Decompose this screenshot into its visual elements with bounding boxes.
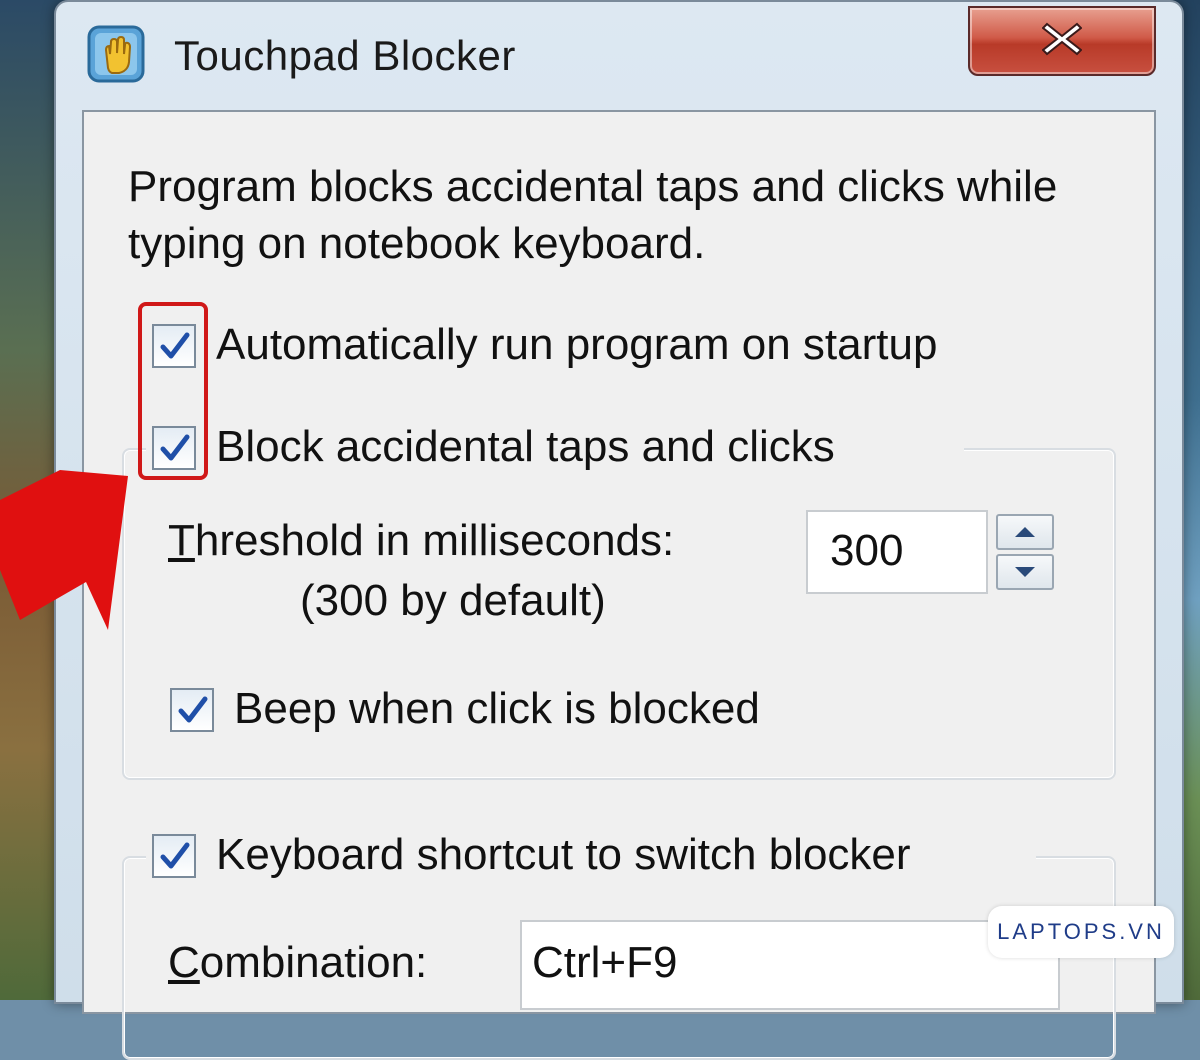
red-arrow-icon [0,470,128,630]
combination-access-key: C [168,938,200,987]
keyboard-shortcut-checkbox[interactable] [152,834,196,878]
threshold-label: Threshold in milliseconds: [168,516,674,566]
checkbox-highlight-box [138,302,208,480]
window-title: Touchpad Blocker [174,32,516,79]
description-text: Program blocks accidental taps and click… [128,162,1058,268]
threshold-decrease-button[interactable] [996,554,1054,590]
combination-input[interactable]: Ctrl+F9 [520,920,1060,1010]
keyboard-shortcut-label[interactable]: Keyboard shortcut to switch blocker [216,830,911,880]
threshold-access-key: T [168,516,195,565]
app-hand-icon [86,24,146,84]
checkmark-icon [178,696,208,723]
block-taps-label[interactable]: Block accidental taps and clicks [216,422,835,472]
beep-checkbox[interactable] [170,688,214,732]
combination-label: Combination: [168,938,427,988]
threshold-increase-button[interactable] [996,514,1054,550]
auto-run-label[interactable]: Automatically run program on startup [216,320,937,370]
touchpad-blocker-window: Touchpad Blocker Program blocks accident… [54,0,1184,1060]
close-button[interactable] [968,6,1156,76]
checkmark-icon [160,842,190,869]
combination-label-text: ombination: [199,938,428,987]
beep-label[interactable]: Beep when click is blocked [234,684,760,734]
watermark-logo: LAPTOPS.VN [988,906,1174,958]
arrow-down-icon [1015,567,1035,577]
threshold-input[interactable]: 300 [806,510,988,594]
dialog-content: Program blocks accidental taps and click… [82,110,1156,1060]
threshold-label-text: hreshold in milliseconds: [194,516,675,565]
arrow-up-icon [1015,527,1035,537]
threshold-default-note: (300 by default) [300,576,606,625]
